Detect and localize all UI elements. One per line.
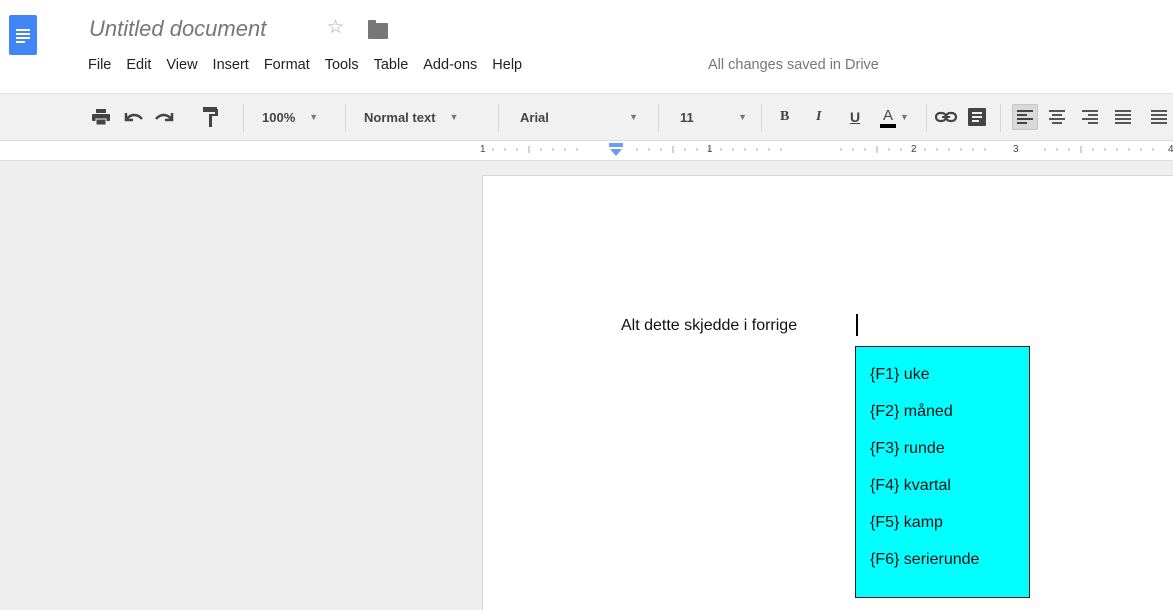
- align-center-icon[interactable]: [1046, 106, 1068, 128]
- suggestion-item-f2[interactable]: {F2} måned: [856, 402, 1029, 439]
- folder-icon[interactable]: [368, 20, 388, 39]
- text-color-button[interactable]: A ▼: [880, 94, 909, 140]
- menu-bar: File Edit View Insert Format Tools Table…: [88, 57, 537, 77]
- ruler[interactable]: 1 1 2 3 4: [0, 141, 1173, 161]
- font-size-value: 11: [680, 109, 694, 125]
- ruler-ticks: [492, 146, 1154, 153]
- suggestion-item-f4[interactable]: {F4} kvartal: [856, 476, 1029, 513]
- suggestion-item-f3[interactable]: {F3} runde: [856, 439, 1029, 476]
- suggestion-popup: {F1} uke {F2} måned {F3} runde {F4} kvar…: [855, 346, 1030, 598]
- toolbar-divider: [926, 104, 927, 132]
- toolbar-divider: [658, 104, 659, 132]
- menu-table[interactable]: Table: [374, 57, 409, 77]
- toolbar-divider: [243, 104, 244, 132]
- toolbar-divider: [761, 104, 762, 132]
- document-body-text[interactable]: Alt dette skjedde i forrige: [621, 317, 797, 335]
- ruler-track: 1 1 2 3 4: [480, 141, 1173, 159]
- comment-icon[interactable]: [966, 106, 988, 128]
- document-title[interactable]: Untitled document: [89, 16, 266, 42]
- italic-button[interactable]: I: [816, 94, 821, 140]
- menu-insert[interactable]: Insert: [213, 57, 249, 77]
- app-header: Untitled document ☆ File Edit View Inser…: [0, 0, 1173, 84]
- menu-tools[interactable]: Tools: [325, 57, 359, 77]
- toolbar-divider: [345, 104, 346, 132]
- chevron-down-icon: ▼: [738, 112, 747, 122]
- indent-marker-icon[interactable]: [609, 143, 623, 157]
- menu-help[interactable]: Help: [492, 57, 522, 77]
- style-value: Normal text: [364, 109, 436, 125]
- menu-addons[interactable]: Add-ons: [423, 57, 477, 77]
- suggestion-item-f1[interactable]: {F1} uke: [856, 365, 1029, 402]
- suggestion-item-f6[interactable]: {F6} serierunde: [856, 550, 1029, 587]
- toolbar-divider: [498, 104, 499, 132]
- document-page[interactable]: Alt dette skjedde i forrige {F1} uke {F2…: [482, 175, 1173, 610]
- chevron-down-icon: ▼: [449, 112, 459, 122]
- zoom-value: 100%: [262, 109, 296, 125]
- underline-button[interactable]: U: [850, 94, 860, 140]
- redo-icon[interactable]: [153, 106, 175, 128]
- ruler-label: 2: [911, 144, 917, 155]
- document-canvas: Alt dette skjedde i forrige {F1} uke {F2…: [0, 161, 1173, 610]
- menu-view[interactable]: View: [166, 57, 197, 77]
- link-icon[interactable]: [935, 106, 957, 128]
- toolbar: 100% ▼ Normal text ▼ Arial ▼ 11 ▼ B I U A ▼: [0, 93, 1173, 141]
- toolbar-divider: [1000, 104, 1001, 132]
- justify-icon[interactable]: [1112, 106, 1134, 128]
- ruler-label: 1: [707, 144, 713, 155]
- print-icon[interactable]: [90, 106, 112, 128]
- chevron-down-icon: ▼: [629, 112, 638, 122]
- suggestion-item-f5[interactable]: {F5} kamp: [856, 513, 1029, 550]
- zoom-select[interactable]: 100% ▼: [262, 94, 318, 140]
- chevron-down-icon: ▼: [900, 112, 909, 122]
- undo-icon[interactable]: [123, 106, 145, 128]
- ruler-label: 1: [480, 144, 486, 155]
- more-align-icon[interactable]: [1151, 106, 1173, 128]
- align-right-icon[interactable]: [1079, 106, 1101, 128]
- bold-button[interactable]: B: [780, 94, 789, 140]
- ruler-label: 4: [1168, 144, 1173, 155]
- text-color-label: A: [880, 107, 897, 128]
- text-cursor: [856, 314, 858, 336]
- docs-logo-icon[interactable]: [9, 15, 37, 55]
- menu-format[interactable]: Format: [264, 57, 310, 77]
- font-select[interactable]: Arial ▼: [520, 94, 638, 140]
- font-value: Arial: [520, 109, 549, 125]
- paint-format-icon[interactable]: [200, 106, 222, 128]
- menu-file[interactable]: File: [88, 57, 111, 77]
- menu-edit[interactable]: Edit: [126, 57, 151, 77]
- style-select[interactable]: Normal text ▼: [364, 94, 458, 140]
- ruler-label: 3: [1013, 144, 1019, 155]
- font-size-select[interactable]: 11 ▼: [680, 94, 747, 140]
- save-status: All changes saved in Drive: [708, 57, 879, 73]
- chevron-down-icon: ▼: [309, 112, 319, 122]
- star-icon[interactable]: ☆: [327, 18, 344, 38]
- align-left-icon[interactable]: [1012, 104, 1038, 130]
